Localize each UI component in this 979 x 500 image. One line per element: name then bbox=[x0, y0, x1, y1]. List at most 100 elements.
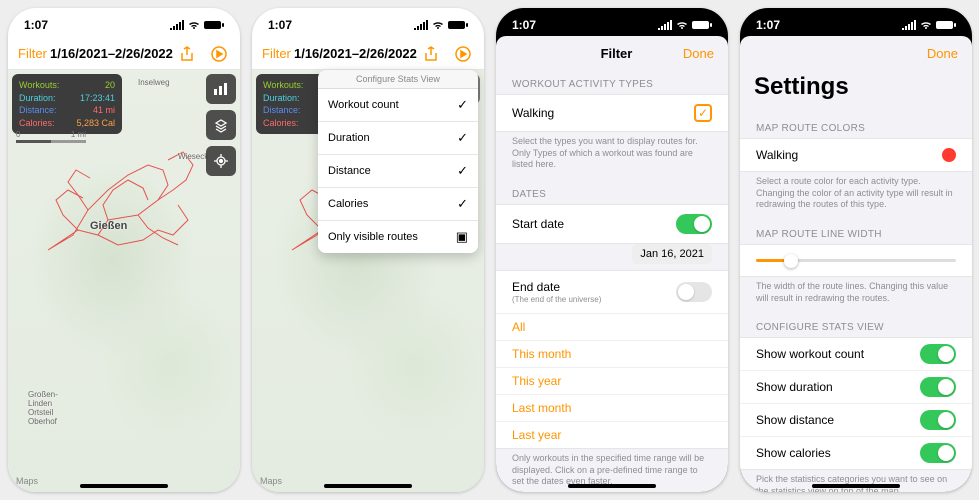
popover-row-duration[interactable]: Duration✓ bbox=[318, 122, 478, 155]
cell-label: Show duration bbox=[756, 380, 833, 394]
preset-last-year[interactable]: Last year bbox=[496, 422, 728, 448]
preset-this-month[interactable]: This month bbox=[496, 341, 728, 368]
signal-icon bbox=[414, 20, 428, 30]
preset-all[interactable]: All bbox=[496, 314, 728, 341]
cell-show-workout-count[interactable]: Show workout count bbox=[740, 338, 972, 371]
checkbox-icon[interactable]: ✓ bbox=[694, 104, 712, 122]
cell-walking-type[interactable]: Walking ✓ bbox=[496, 95, 728, 131]
toggle[interactable] bbox=[920, 443, 956, 463]
date-range-title[interactable]: 1/16/2021–2/26/2022 bbox=[294, 46, 417, 61]
cell-label: End date(The end of the universe) bbox=[512, 280, 601, 304]
sheet-nav: Done bbox=[740, 36, 972, 67]
battery-icon bbox=[204, 20, 224, 30]
toggle[interactable] bbox=[920, 410, 956, 430]
screenshot-map-popover: 1:07 Filter 1/16/2021–2/26/2022 Gießen M… bbox=[252, 8, 484, 492]
signal-icon bbox=[902, 20, 916, 30]
color-dot-icon[interactable] bbox=[942, 148, 956, 162]
nav-bar: Filter 1/16/2021–2/26/2022 bbox=[8, 38, 240, 70]
popover-row-visible-routes[interactable]: Only visible routes▣ bbox=[318, 221, 478, 253]
cell-end-date[interactable]: End date(The end of the universe) bbox=[496, 271, 728, 314]
cell-label: Walking bbox=[512, 106, 554, 120]
status-time: 1:07 bbox=[24, 18, 48, 32]
battery-icon bbox=[936, 20, 956, 30]
popover-row-distance[interactable]: Distance✓ bbox=[318, 155, 478, 188]
settings-title: Settings bbox=[740, 67, 972, 111]
popover-row-workout-count[interactable]: Workout count✓ bbox=[318, 89, 478, 122]
nav-bar: Filter 1/16/2021–2/26/2022 bbox=[252, 38, 484, 70]
toggle[interactable] bbox=[920, 377, 956, 397]
status-icons bbox=[414, 20, 468, 30]
preset-this-year[interactable]: This year bbox=[496, 368, 728, 395]
map-label-town1: Inselweg bbox=[138, 78, 170, 87]
toggle-end-date[interactable] bbox=[676, 282, 712, 302]
section-activity-types: Workout activity types bbox=[496, 67, 728, 94]
sheet-title: Filter bbox=[601, 46, 633, 61]
toggle-start-date[interactable] bbox=[676, 214, 712, 234]
line-width-slider[interactable] bbox=[756, 259, 956, 262]
home-indicator bbox=[812, 484, 900, 488]
cell-walking-color[interactable]: Walking bbox=[740, 139, 972, 171]
section-footer: Pick the statistics categories you want … bbox=[740, 470, 972, 492]
cell-show-duration[interactable]: Show duration bbox=[740, 371, 972, 404]
start-date-picker[interactable]: Jan 16, 2021 bbox=[632, 244, 712, 264]
screenshot-settings: 1:07 Done Settings Map route colors Walk… bbox=[740, 8, 972, 492]
popover-row-calories[interactable]: Calories✓ bbox=[318, 188, 478, 221]
status-time: 1:07 bbox=[268, 18, 292, 32]
maps-credit: Maps bbox=[16, 476, 38, 486]
status-icons bbox=[658, 20, 712, 30]
map-label-city: Gießen bbox=[90, 220, 127, 232]
status-icons bbox=[902, 20, 956, 30]
status-bar: 1:07 bbox=[252, 8, 484, 38]
cell-label: Start date bbox=[512, 217, 564, 231]
cell-label: Show distance bbox=[756, 413, 834, 427]
section-route-colors: Map route colors bbox=[740, 111, 972, 138]
section-footer: Select the types you want to display rou… bbox=[496, 132, 728, 177]
signal-icon bbox=[658, 20, 672, 30]
home-indicator bbox=[324, 484, 412, 488]
status-time: 1:07 bbox=[512, 18, 536, 32]
done-button[interactable]: Done bbox=[927, 46, 958, 61]
map-tools bbox=[206, 74, 236, 176]
map-label-town2: Wieseck bbox=[178, 152, 208, 161]
battery-icon bbox=[692, 20, 712, 30]
share-icon[interactable] bbox=[420, 43, 442, 65]
settings-sheet: Done Settings Map route colors Walking S… bbox=[740, 36, 972, 492]
wifi-icon bbox=[919, 20, 933, 30]
signal-icon bbox=[170, 20, 184, 30]
home-indicator bbox=[568, 484, 656, 488]
section-footer: Select a route color for each activity t… bbox=[740, 172, 972, 217]
maps-credit: Maps bbox=[260, 476, 282, 486]
section-stats-view: Configure stats view bbox=[740, 310, 972, 337]
share-icon[interactable] bbox=[176, 43, 198, 65]
preset-last-month[interactable]: Last month bbox=[496, 395, 728, 422]
play-icon[interactable] bbox=[452, 43, 474, 65]
cell-label: Walking bbox=[756, 148, 798, 162]
filter-button[interactable]: Filter bbox=[18, 46, 47, 61]
toggle[interactable] bbox=[920, 344, 956, 364]
date-range-title[interactable]: 1/16/2021–2/26/2022 bbox=[50, 46, 173, 61]
cell-show-distance[interactable]: Show distance bbox=[740, 404, 972, 437]
locate-tool-icon[interactable] bbox=[206, 146, 236, 176]
filter-button[interactable]: Filter bbox=[262, 46, 291, 61]
wifi-icon bbox=[187, 20, 201, 30]
map-view[interactable]: Gießen Inselweg Wieseck Großen- Linden O… bbox=[8, 70, 240, 492]
cell-label: Show workout count bbox=[756, 347, 864, 361]
status-time: 1:07 bbox=[756, 18, 780, 32]
play-icon[interactable] bbox=[208, 43, 230, 65]
cell-show-calories[interactable]: Show calories bbox=[740, 437, 972, 469]
wifi-icon bbox=[431, 20, 445, 30]
section-dates: Dates bbox=[496, 177, 728, 204]
status-bar: 1:07 bbox=[8, 8, 240, 38]
done-button[interactable]: Done bbox=[683, 46, 714, 61]
sheet-nav: Filter Done bbox=[496, 36, 728, 67]
popover-header: Configure Stats View bbox=[318, 70, 478, 89]
screenshot-map: 1:07 Filter 1/16/2021–2/26/2022 bbox=[8, 8, 240, 492]
stats-box[interactable]: Workouts:20 Duration:17:23:41 Distance:4… bbox=[12, 74, 122, 134]
section-line-width: Map route line width bbox=[740, 217, 972, 244]
cell-start-date[interactable]: Start date bbox=[496, 205, 728, 243]
map-scale: 01 mi bbox=[16, 130, 86, 143]
battery-icon bbox=[448, 20, 468, 30]
map-label-town3: Großen- Linden Ortsteil Oberhof bbox=[28, 390, 58, 426]
stats-tool-icon[interactable] bbox=[206, 74, 236, 104]
layers-tool-icon[interactable] bbox=[206, 110, 236, 140]
